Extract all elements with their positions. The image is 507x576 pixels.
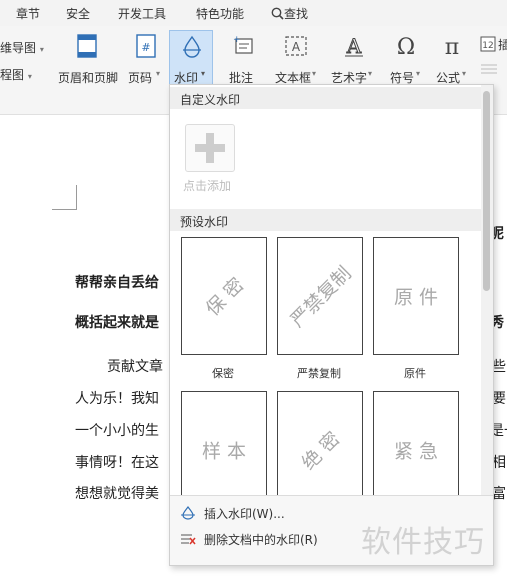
svg-text:12: 12 <box>482 41 493 51</box>
brand-watermark-text: 软件技巧 <box>361 525 485 560</box>
insert-number-label: 插 <box>498 38 507 52</box>
preset-watermark-text: 绝 密 <box>297 427 345 475</box>
doc-line-1: 帮帮亲自丢给 <box>75 275 159 291</box>
watermark-dropdown: 自定义水印 点击添加 预设水印 保 密 保密 严禁复制 严禁复制 原 件 原件 … <box>169 84 494 566</box>
doc-fragment: 要 <box>492 391 506 407</box>
search-icon <box>271 7 284 20</box>
header-footer-button[interactable]: 页眉和页脚 <box>55 30 121 88</box>
watermark-button[interactable]: 水印 ▾ <box>169 30 213 88</box>
flowchart-label: 程图 <box>0 68 25 82</box>
doc-line-6: 事情呀！在这 <box>75 455 159 471</box>
menu-developer-tools[interactable]: 开发工具 <box>118 5 166 22</box>
chevron-down-icon: ▾ <box>201 69 206 78</box>
delete-watermark-label: 删除文档中的水印(R) <box>204 533 318 547</box>
svg-text:#: # <box>141 41 150 54</box>
search-button[interactable]: 查找 <box>271 5 308 22</box>
chevron-down-icon: ▾ <box>416 69 421 78</box>
wordart-button[interactable]: A 艺术字 ▾ <box>330 30 378 88</box>
menu-security[interactable]: 安全 <box>66 5 90 22</box>
custom-watermark-section-title: 自定义水印 <box>170 87 481 109</box>
menu-special-features[interactable]: 特色功能 <box>196 5 244 22</box>
page-number-label: 页码 <box>128 71 153 85</box>
preset-watermark-label: 严禁复制 <box>297 367 341 380</box>
preset-watermark-label: 原件 <box>404 367 426 380</box>
preset-watermark-section-title: 预设水印 <box>170 209 481 231</box>
mindmap-label: 维导图 <box>0 41 37 55</box>
menubar: 章节 安全 开发工具 特色功能 查找 <box>0 0 507 26</box>
chevron-down-icon: ▾ <box>27 72 32 81</box>
doc-fragment: 些 <box>492 359 506 375</box>
preset-watermark-no-copy[interactable]: 严禁复制 <box>277 237 363 355</box>
page-number-button[interactable]: # 页码 ▾ <box>126 30 168 88</box>
mindmap-button[interactable]: 维导图 ▾ <box>0 39 44 56</box>
annotation-icon: + <box>233 35 253 54</box>
menu-chapter[interactable]: 章节 <box>16 5 40 22</box>
preset-watermark-top-secret[interactable]: 绝 密 <box>277 391 363 509</box>
wordart-icon: A <box>345 34 363 58</box>
preset-watermark-text: 保 密 <box>201 273 249 321</box>
svg-text:Ω: Ω <box>397 35 415 58</box>
preset-watermark-text: 样 本 <box>201 440 247 463</box>
doc-line-7: 想想就觉得美 <box>75 486 159 502</box>
header-footer-icon <box>77 34 97 58</box>
insert-watermark-label: 插入水印(W)... <box>204 507 285 521</box>
svg-text:+: + <box>233 35 241 45</box>
page-margin-corner <box>52 185 77 210</box>
preset-watermark-urgent[interactable]: 紧 急 <box>373 391 459 509</box>
header-footer-label: 页眉和页脚 <box>58 71 119 85</box>
dropdown-scrollbar[interactable] <box>481 85 493 495</box>
preset-watermark-label: 保密 <box>212 367 234 380</box>
delete-watermark-icon <box>181 534 196 545</box>
add-custom-watermark-label: 点击添加 <box>183 179 232 193</box>
svg-text:π: π <box>445 35 459 58</box>
chevron-down-icon: ▾ <box>368 69 373 78</box>
chevron-down-icon: ▾ <box>312 69 317 78</box>
preset-watermark-sample[interactable]: 样 本 <box>181 391 267 509</box>
preset-watermark-text: 紧 急 <box>393 440 439 463</box>
omega-icon: Ω <box>397 35 415 58</box>
align-icon <box>481 64 497 74</box>
preset-watermark-text: 严禁复制 <box>286 262 356 332</box>
symbol-button[interactable]: Ω 符号 ▾ <box>386 30 426 88</box>
scrollbar-thumb[interactable] <box>483 91 490 291</box>
watermark-icon <box>183 35 201 58</box>
annotation-button[interactable]: + 批注 <box>224 30 260 88</box>
chevron-down-icon: ▾ <box>156 69 161 78</box>
pi-icon: π <box>445 35 459 58</box>
formula-button[interactable]: π 公式 ▾ <box>432 30 472 88</box>
search-label: 查找 <box>284 7 309 21</box>
doc-line-5: 一个小小的生 <box>75 423 159 439</box>
doc-line-3: 贡献文章 <box>107 359 163 375</box>
page-number-icon: # <box>136 34 156 58</box>
doc-line-2: 概括起来就是 <box>75 315 159 331</box>
textbox-button[interactable]: A 文本框 ▾ <box>272 30 322 88</box>
svg-text:A: A <box>346 34 362 58</box>
preset-watermark-original[interactable]: 原 件 <box>373 237 459 355</box>
doc-fragment: 富 <box>492 486 506 502</box>
chevron-down-icon: ▾ <box>39 45 44 54</box>
plus-icon <box>195 133 225 163</box>
preset-watermark-confidential[interactable]: 保 密 <box>181 237 267 355</box>
textbox-icon: A <box>285 36 307 56</box>
add-custom-watermark-button[interactable] <box>185 124 235 172</box>
chevron-down-icon: ▾ <box>462 69 467 78</box>
svg-text:A: A <box>292 40 301 54</box>
insert-watermark-icon <box>181 506 195 520</box>
insert-number-button[interactable]: 12 插 <box>478 34 507 88</box>
preset-watermark-text: 原 件 <box>393 286 439 309</box>
doc-fragment: 相 <box>492 455 506 471</box>
number-icon: 12 <box>480 36 496 52</box>
flowchart-button[interactable]: 程图 ▾ <box>0 66 32 83</box>
doc-line-4: 人为乐！我知 <box>75 391 159 407</box>
